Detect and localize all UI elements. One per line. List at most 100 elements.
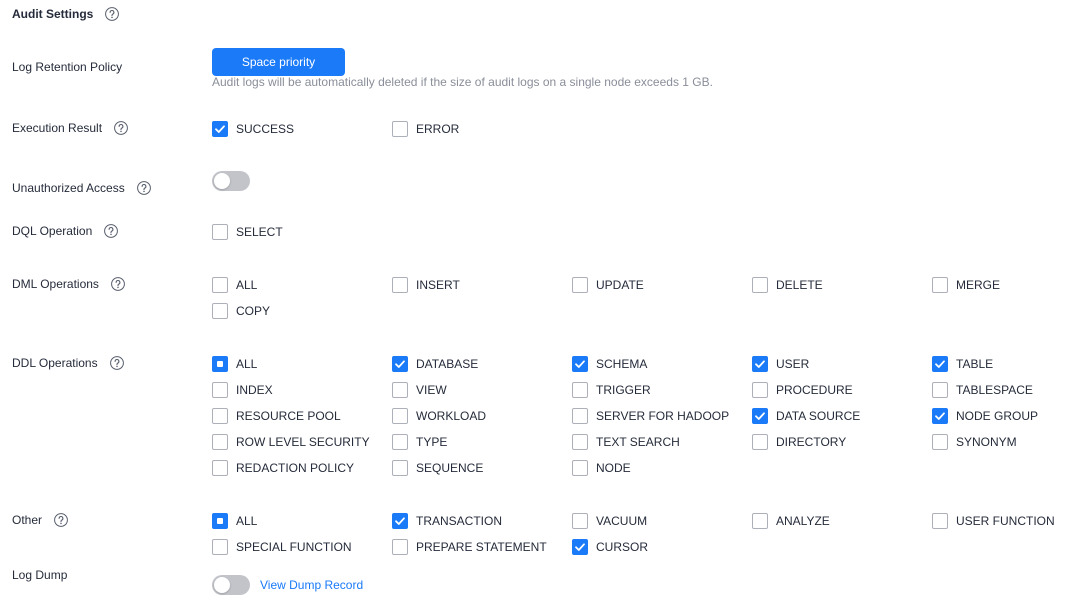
view-dump-record-link[interactable]: View Dump Record (260, 575, 363, 595)
ddl-text-search-option[interactable]: TEXT SEARCH (572, 429, 752, 455)
ddl-resource-pool-option[interactable]: RESOURCE POOL (212, 403, 392, 429)
other-transaction-checkbox[interactable] (392, 513, 408, 529)
help-icon[interactable] (111, 277, 125, 291)
other-analyze-label: ANALYZE (776, 514, 830, 528)
ddl-tablespace-option[interactable]: TABLESPACE (932, 377, 1062, 403)
ddl-server-for-hadoop-checkbox[interactable] (572, 408, 588, 424)
ddl-view-option[interactable]: VIEW (392, 377, 572, 403)
help-icon[interactable] (137, 181, 151, 195)
ddl-index-option[interactable]: INDEX (212, 377, 392, 403)
check-icon (755, 360, 765, 368)
ddl-data-source-option[interactable]: DATA SOURCE (752, 403, 932, 429)
dml-copy-option[interactable]: COPY (212, 298, 392, 324)
help-icon[interactable] (114, 121, 128, 135)
other-all-option[interactable]: ALL (212, 508, 392, 534)
dml-copy-checkbox[interactable] (212, 303, 228, 319)
ddl-node-group-option[interactable]: NODE GROUP (932, 403, 1062, 429)
space-priority-button[interactable]: Space priority (212, 48, 345, 76)
ddl-redaction-policy-checkbox[interactable] (212, 460, 228, 476)
ddl-resource-pool-checkbox[interactable] (212, 408, 228, 424)
log-dump-toggle[interactable] (212, 575, 250, 595)
ddl-user-option[interactable]: USER (752, 351, 932, 377)
ddl-table-checkbox[interactable] (932, 356, 948, 372)
ddl-redaction-policy-option[interactable]: REDACTION POLICY (212, 455, 392, 481)
check-icon (215, 125, 225, 133)
help-icon[interactable] (110, 356, 124, 370)
ddl-index-checkbox[interactable] (212, 382, 228, 398)
ddl-directory-checkbox[interactable] (752, 434, 768, 450)
dml-delete-checkbox[interactable] (752, 277, 768, 293)
ddl-server-for-hadoop-option[interactable]: SERVER FOR HADOOP (572, 403, 752, 429)
other-prepare-statement-option[interactable]: PREPARE STATEMENT (392, 534, 572, 560)
dml-all-option[interactable]: ALL (212, 272, 392, 298)
ddl-view-label: VIEW (416, 383, 447, 397)
help-icon[interactable] (54, 513, 68, 527)
other-transaction-label: TRANSACTION (416, 514, 503, 528)
dml-all-checkbox[interactable] (212, 277, 228, 293)
dml-delete-option[interactable]: DELETE (752, 272, 932, 298)
dql-select-option[interactable]: SELECT (212, 219, 392, 245)
ddl-type-checkbox[interactable] (392, 434, 408, 450)
ddl-workload-checkbox[interactable] (392, 408, 408, 424)
other-special-function-option[interactable]: SPECIAL FUNCTION (212, 534, 392, 560)
ddl-node-option[interactable]: NODE (572, 455, 752, 481)
ddl-node-checkbox[interactable] (572, 460, 588, 476)
other-user-function-option[interactable]: USER FUNCTION (932, 508, 1062, 534)
ddl-trigger-option[interactable]: TRIGGER (572, 377, 752, 403)
ddl-procedure-option[interactable]: PROCEDURE (752, 377, 932, 403)
unauthorized-access-content (212, 171, 250, 191)
unauthorized-access-toggle[interactable] (212, 171, 250, 191)
ddl-all-option[interactable]: ALL (212, 351, 392, 377)
ddl-all-checkbox[interactable] (212, 356, 228, 372)
other-vacuum-checkbox[interactable] (572, 513, 588, 529)
other-all-checkbox[interactable] (212, 513, 228, 529)
ddl-text-search-checkbox[interactable] (572, 434, 588, 450)
ddl-synonym-option[interactable]: SYNONYM (932, 429, 1062, 455)
dql-select-checkbox[interactable] (212, 224, 228, 240)
execution-result-error-checkbox[interactable] (392, 121, 408, 137)
ddl-procedure-checkbox[interactable] (752, 382, 768, 398)
help-icon[interactable] (105, 7, 119, 21)
ddl-schema-option[interactable]: SCHEMA (572, 351, 752, 377)
other-cursor-checkbox[interactable] (572, 539, 588, 555)
ddl-operations-options: ALL DATABASE SCHEMA USER TABLE INDEX VIEW TRIGG… (212, 351, 1062, 481)
other-analyze-option[interactable]: ANALYZE (752, 508, 932, 534)
ddl-view-checkbox[interactable] (392, 382, 408, 398)
dml-update-checkbox[interactable] (572, 277, 588, 293)
ddl-type-option[interactable]: TYPE (392, 429, 572, 455)
ddl-directory-option[interactable]: DIRECTORY (752, 429, 932, 455)
dml-merge-option[interactable]: MERGE (932, 272, 1062, 298)
dml-insert-checkbox[interactable] (392, 277, 408, 293)
ddl-row-level-security-option[interactable]: ROW LEVEL SECURITY (212, 429, 392, 455)
dml-merge-checkbox[interactable] (932, 277, 948, 293)
other-prepare-statement-checkbox[interactable] (392, 539, 408, 555)
execution-result-success-checkbox[interactable] (212, 121, 228, 137)
ddl-table-option[interactable]: TABLE (932, 351, 1062, 377)
ddl-database-option[interactable]: DATABASE (392, 351, 572, 377)
ddl-database-checkbox[interactable] (392, 356, 408, 372)
other-cursor-option[interactable]: CURSOR (572, 534, 752, 560)
dml-update-option[interactable]: UPDATE (572, 272, 752, 298)
execution-result-success-option[interactable]: SUCCESS (212, 116, 392, 142)
execution-result-error-option[interactable]: ERROR (392, 116, 572, 142)
ddl-data-source-checkbox[interactable] (752, 408, 768, 424)
ddl-node-label: NODE (596, 461, 631, 475)
other-vacuum-option[interactable]: VACUUM (572, 508, 752, 534)
ddl-schema-checkbox[interactable] (572, 356, 588, 372)
dml-insert-option[interactable]: INSERT (392, 272, 572, 298)
ddl-node-group-checkbox[interactable] (932, 408, 948, 424)
ddl-sequence-option[interactable]: SEQUENCE (392, 455, 572, 481)
ddl-user-checkbox[interactable] (752, 356, 768, 372)
ddl-sequence-checkbox[interactable] (392, 460, 408, 476)
other-transaction-option[interactable]: TRANSACTION (392, 508, 572, 534)
other-special-function-checkbox[interactable] (212, 539, 228, 555)
ddl-tablespace-checkbox[interactable] (932, 382, 948, 398)
ddl-row-level-security-checkbox[interactable] (212, 434, 228, 450)
ddl-workload-option[interactable]: WORKLOAD (392, 403, 572, 429)
ddl-trigger-checkbox[interactable] (572, 382, 588, 398)
ddl-synonym-checkbox[interactable] (932, 434, 948, 450)
ddl-operations-label: DDL Operations (12, 356, 98, 370)
other-user-function-checkbox[interactable] (932, 513, 948, 529)
help-icon[interactable] (104, 224, 118, 238)
other-analyze-checkbox[interactable] (752, 513, 768, 529)
